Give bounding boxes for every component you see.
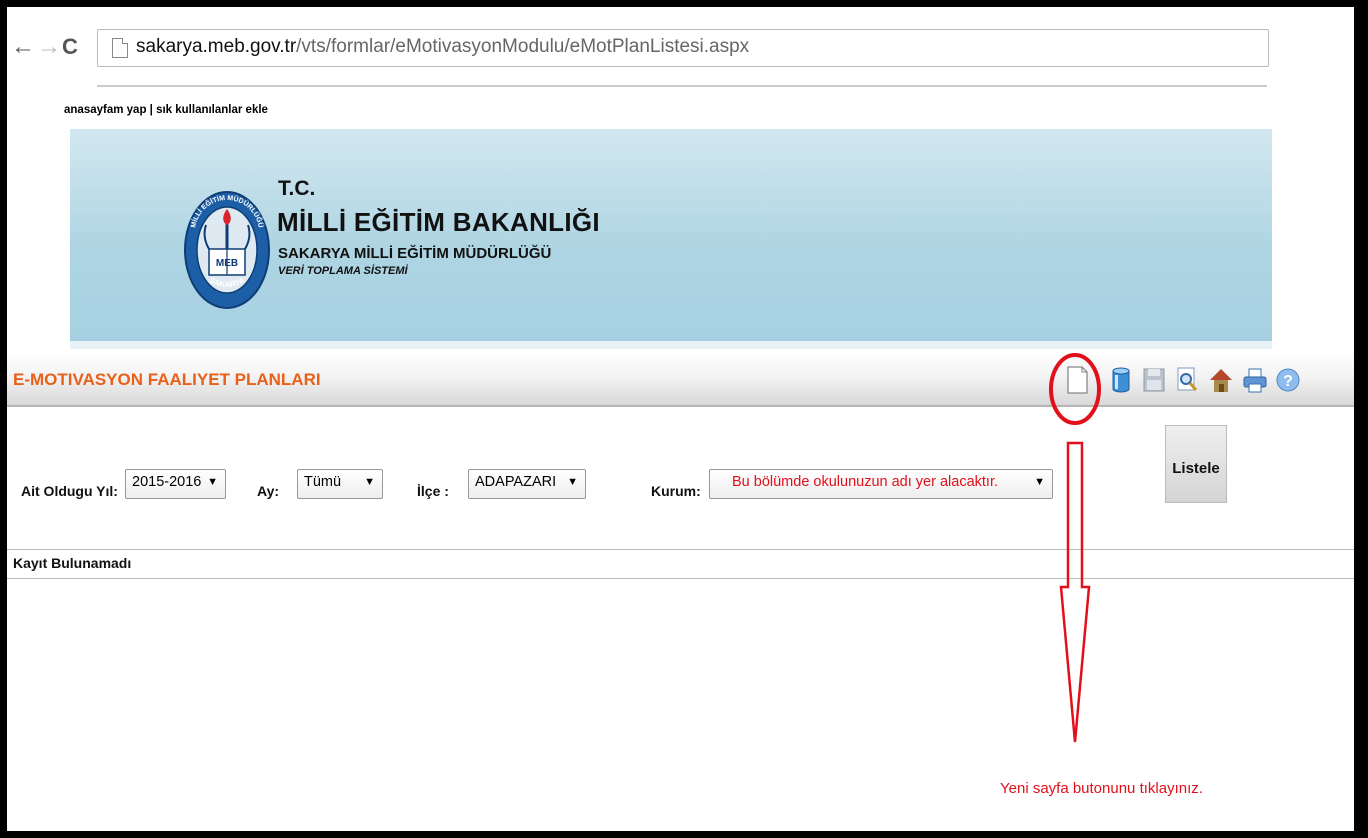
screenshot-frame: ← → C sakarya.meb.gov.tr/vts/formlar/eMo… — [7, 7, 1354, 831]
annotation-note: Yeni sayfa butonunu tıklayınız. — [1000, 780, 1203, 797]
annotation-overlay — [1049, 353, 1101, 743]
highlight-circle — [1049, 353, 1101, 425]
down-arrow-annotation — [1059, 441, 1091, 743]
